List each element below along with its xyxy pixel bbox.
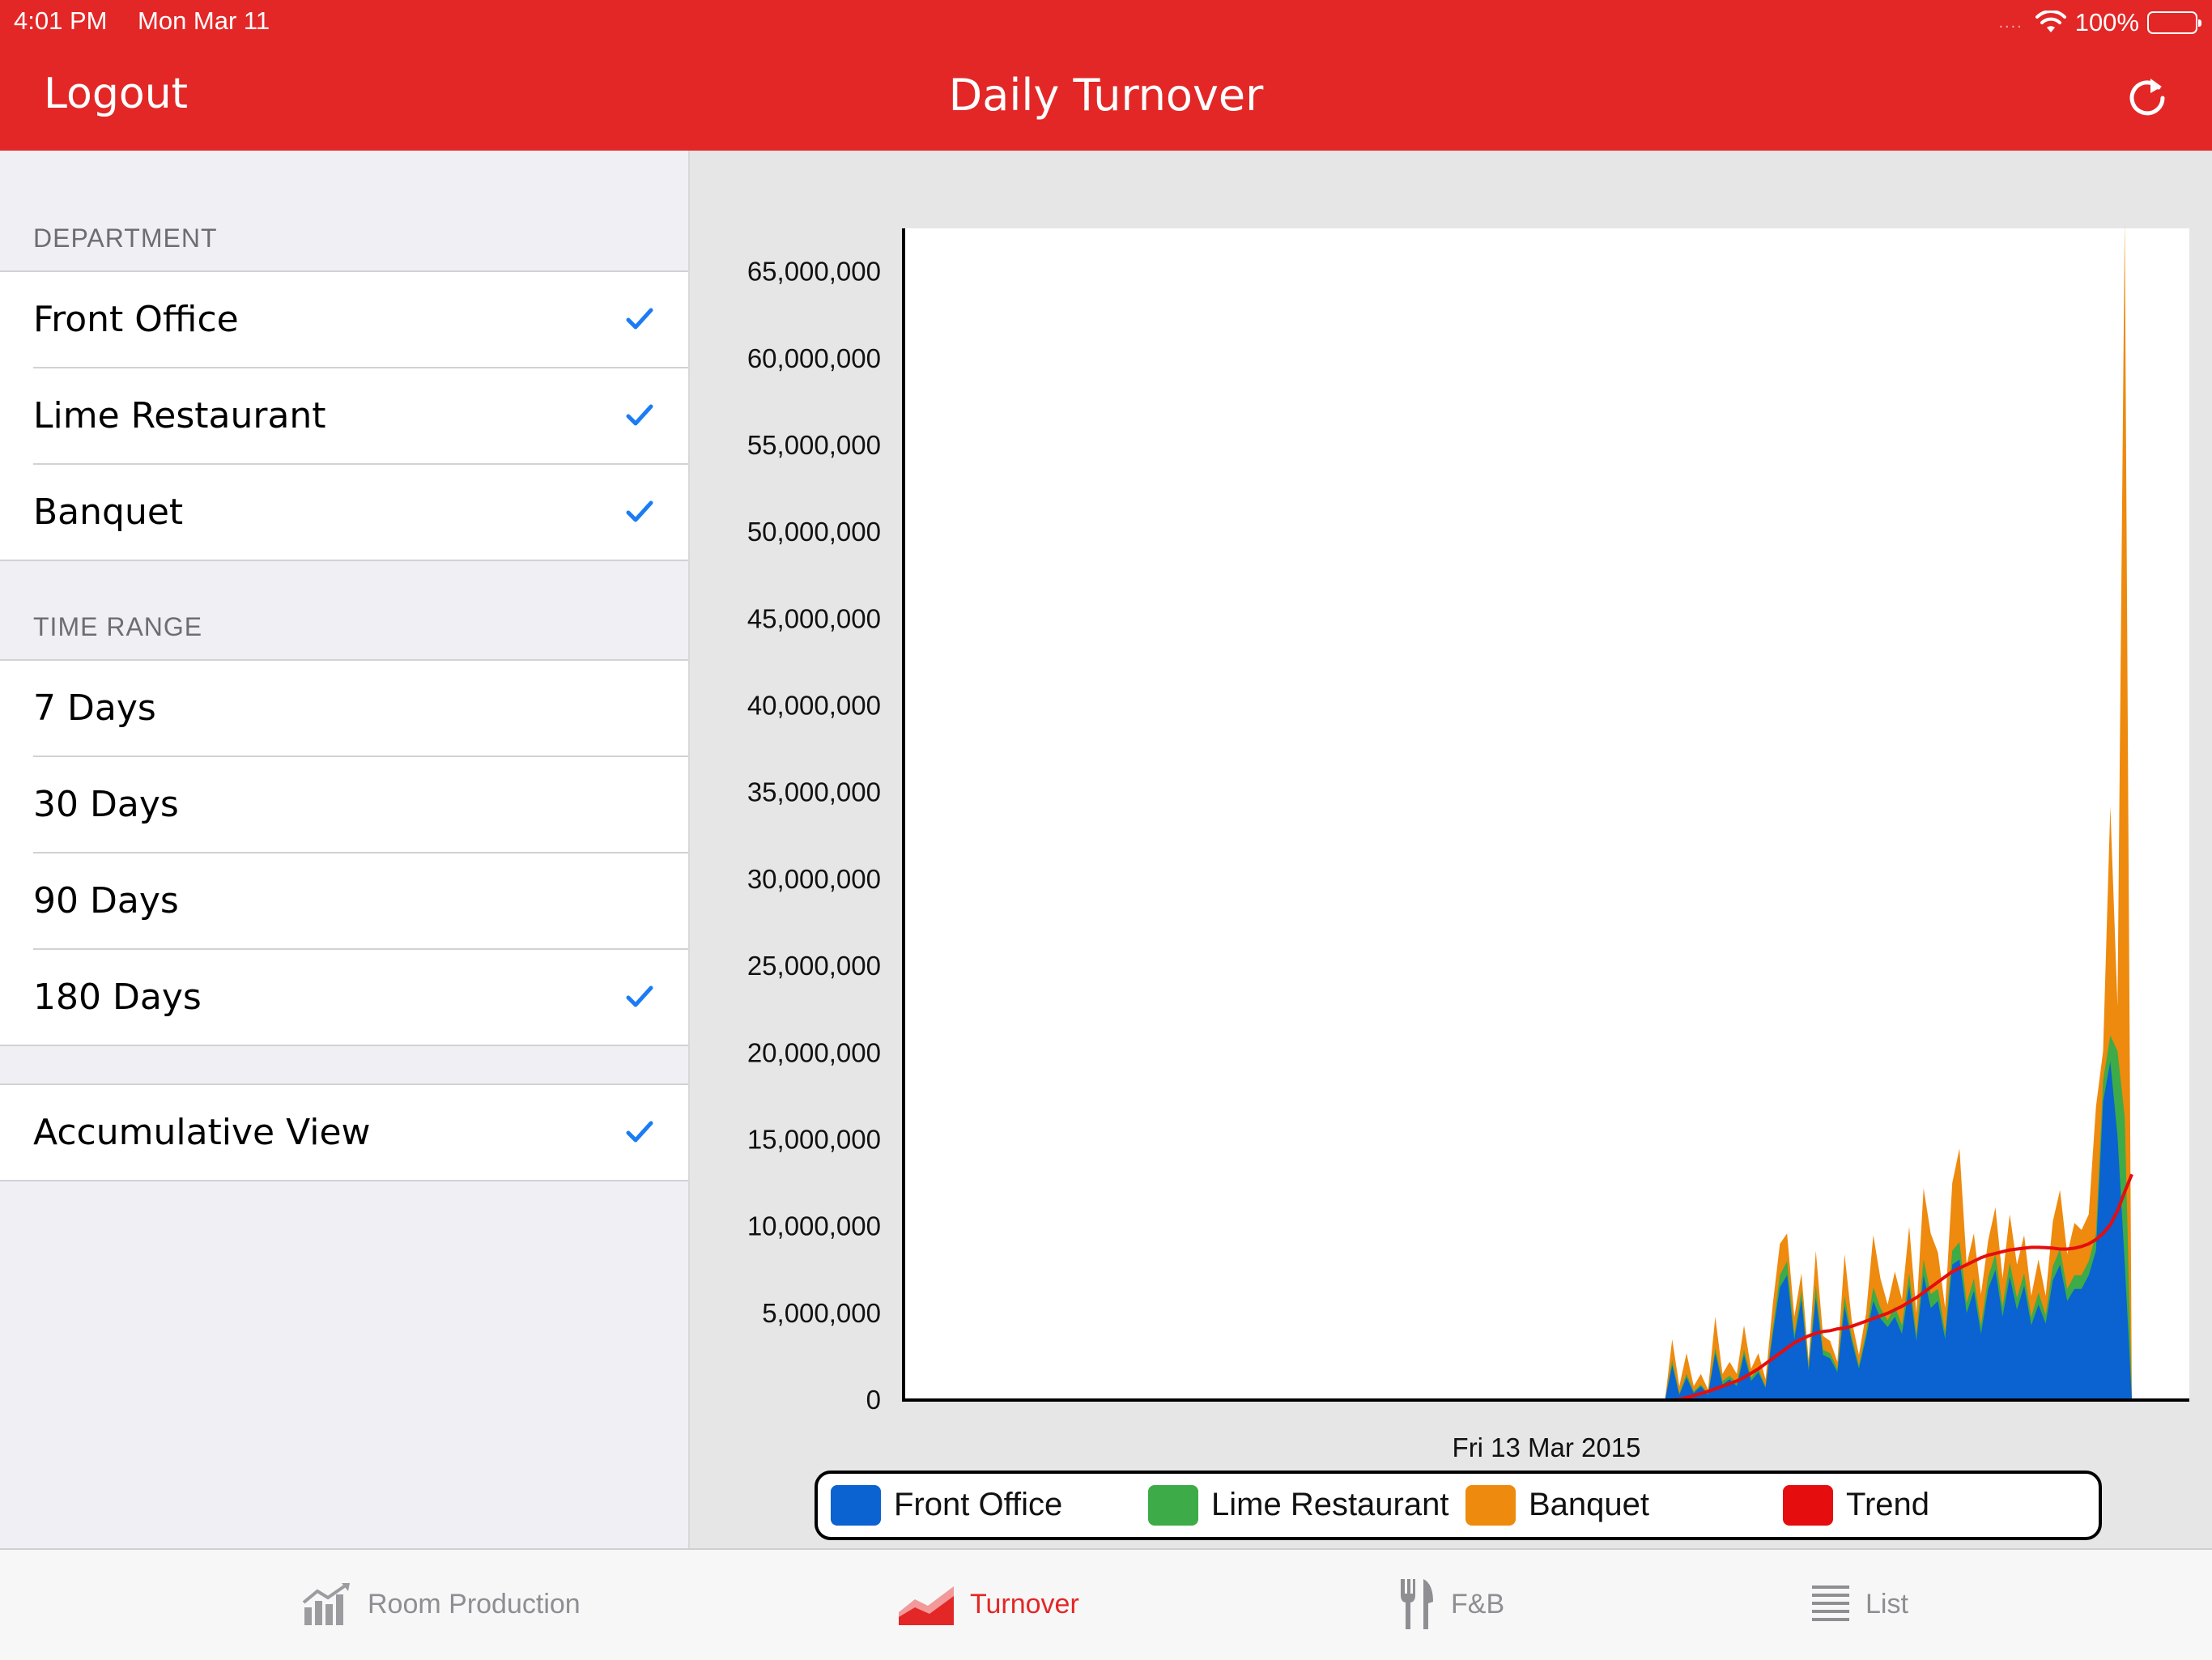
status-time: 4:01 PM bbox=[14, 6, 108, 35]
y-tick-label: 15,000,000 bbox=[747, 1124, 881, 1154]
tab-list[interactable]: List bbox=[1810, 1576, 1908, 1632]
tab-fnb[interactable]: F&B bbox=[1396, 1576, 1504, 1632]
x-axis-label: Fri 13 Mar 2015 bbox=[1453, 1432, 1641, 1462]
tab-label: Room Production bbox=[368, 1588, 581, 1620]
bar-chart-icon bbox=[302, 1583, 350, 1625]
legend-swatch bbox=[1465, 1485, 1516, 1526]
checkmark-icon bbox=[626, 985, 653, 1007]
y-tick-label: 45,000,000 bbox=[747, 603, 881, 633]
y-tick-label: 55,000,000 bbox=[747, 430, 881, 460]
y-tick-label: 20,000,000 bbox=[747, 1037, 881, 1067]
tab-label: Turnover bbox=[970, 1588, 1079, 1620]
checkmark-icon bbox=[626, 404, 653, 426]
tab-room-production[interactable]: Room Production bbox=[301, 1576, 581, 1632]
cell-label: Lime Restaurant bbox=[33, 395, 326, 436]
status-date: Mon Mar 11 bbox=[138, 6, 270, 35]
accumulative-view-toggle[interactable]: Accumulative View bbox=[0, 1085, 688, 1180]
area-chart-icon bbox=[899, 1586, 954, 1625]
page-title: Daily Turnover bbox=[948, 70, 1264, 121]
tab-label: F&B bbox=[1451, 1588, 1505, 1620]
cell-label: 90 Days bbox=[33, 880, 179, 922]
list-icon bbox=[1812, 1586, 1849, 1621]
checkmark-icon bbox=[626, 500, 653, 522]
legend-swatch bbox=[1783, 1485, 1833, 1526]
settings-sidebar: DEPARTMENT Front Office Lime Restaurant … bbox=[0, 151, 688, 1548]
turnover-chart: 0 5,000,000 10,000,000 15,000,000 20,000,000… bbox=[747, 221, 2189, 1540]
time-range-header: TIME RANGE bbox=[33, 612, 203, 641]
time-range-7-days[interactable]: 7 Days bbox=[0, 661, 688, 756]
wifi-icon bbox=[2035, 11, 2066, 32]
y-axis-ticks: 0 5,000,000 10,000,000 15,000,000 20,000,000… bbox=[747, 257, 881, 1415]
y-tick-label: 50,000,000 bbox=[747, 517, 881, 547]
y-tick-label: 35,000,000 bbox=[747, 777, 881, 807]
y-tick-label: 5,000,000 bbox=[762, 1298, 881, 1328]
y-tick-label: 60,000,000 bbox=[747, 343, 881, 373]
department-header: DEPARTMENT bbox=[33, 223, 218, 253]
cell-label: Banquet bbox=[33, 492, 184, 533]
department-group: Front Office Lime Restaurant Banquet bbox=[0, 270, 688, 561]
navigation-bar: 4:01 PM Mon Mar 11 .... 100% Logout Dail… bbox=[0, 0, 2212, 151]
legend-label: Front Office bbox=[894, 1487, 1062, 1522]
battery-icon bbox=[2147, 11, 2201, 34]
department-banquet[interactable]: Banquet bbox=[33, 463, 688, 560]
time-range-group: 7 Days 30 Days 90 Days 180 Days bbox=[0, 659, 688, 1046]
department-front-office[interactable]: Front Office bbox=[0, 272, 688, 367]
signal-dots: .... bbox=[1998, 13, 2023, 32]
cell-label: Front Office bbox=[33, 299, 239, 340]
cell-label: 30 Days bbox=[33, 784, 179, 825]
cell-label: Accumulative View bbox=[33, 1112, 371, 1153]
tab-label: List bbox=[1865, 1588, 1908, 1620]
refresh-icon[interactable] bbox=[2123, 71, 2172, 123]
time-range-180-days[interactable]: 180 Days bbox=[33, 948, 688, 1045]
legend-swatch bbox=[831, 1485, 881, 1526]
checkmark-icon bbox=[626, 308, 653, 330]
legend-label: Banquet bbox=[1529, 1487, 1649, 1522]
cell-label: 180 Days bbox=[33, 977, 202, 1018]
y-tick-label: 10,000,000 bbox=[747, 1211, 881, 1241]
y-tick-label: 40,000,000 bbox=[747, 691, 881, 721]
tab-bar: Room Production Turnover F&B List bbox=[0, 1548, 2212, 1660]
battery-percent: 100% bbox=[2074, 8, 2139, 36]
y-tick-label: 30,000,000 bbox=[747, 864, 881, 894]
y-tick-label: 65,000,000 bbox=[747, 257, 881, 287]
department-lime-restaurant[interactable]: Lime Restaurant bbox=[33, 367, 688, 463]
y-tick-label: 25,000,000 bbox=[747, 951, 881, 981]
view-options-group: Accumulative View bbox=[0, 1083, 688, 1181]
legend-label: Lime Restaurant bbox=[1211, 1487, 1448, 1522]
tab-turnover[interactable]: Turnover bbox=[897, 1576, 1079, 1632]
legend: Front Office Lime Restaurant Banquet Trend bbox=[815, 1471, 2102, 1540]
time-range-90-days[interactable]: 90 Days bbox=[33, 852, 688, 948]
time-range-30-days[interactable]: 30 Days bbox=[33, 756, 688, 852]
legend-label: Trend bbox=[1846, 1487, 1929, 1522]
y-tick-label: 0 bbox=[866, 1385, 881, 1415]
legend-swatch bbox=[1148, 1485, 1198, 1526]
status-indicators: .... 100% bbox=[1998, 5, 2201, 40]
checkmark-icon bbox=[626, 1121, 653, 1143]
cell-label: 7 Days bbox=[33, 687, 156, 729]
fork-knife-icon bbox=[1401, 1579, 1433, 1629]
